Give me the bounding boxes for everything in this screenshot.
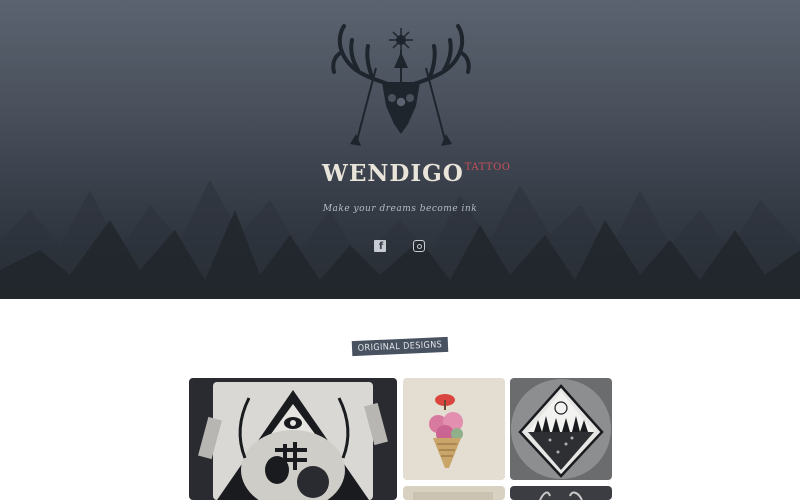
section-title-label: ORIGINAL DESIGNS <box>357 339 443 354</box>
brand-suffix: TATTOO <box>464 162 511 173</box>
diamond-landscape-artwork <box>510 378 612 480</box>
deer-skull-logo-icon <box>331 24 471 146</box>
brand-logo[interactable]: WENDIGO TATTOO <box>322 160 511 186</box>
artwork-thumbnail <box>510 486 612 500</box>
facebook-icon[interactable]: f <box>374 240 386 252</box>
icecream-flowers-artwork <box>403 378 505 480</box>
gallery-item-4[interactable] <box>403 486 505 500</box>
gallery-item-5[interactable] <box>510 486 612 500</box>
gallery-item-diamond-landscape[interactable] <box>510 378 612 480</box>
brand-name: WENDIGO <box>322 160 464 187</box>
instagram-icon[interactable] <box>413 240 425 252</box>
gallery-item-skull-pyramid[interactable] <box>189 378 397 500</box>
skull-pyramid-artwork <box>189 378 397 500</box>
gallery-item-icecream-flowers[interactable] <box>403 378 505 480</box>
hero-banner: WENDIGO TATTOO Make your dreams become i… <box>0 0 800 299</box>
tagline: Make your dreams become ink <box>322 204 478 214</box>
section-title: ORIGINAL DESIGNS <box>351 336 449 357</box>
artwork-thumbnail <box>403 486 505 500</box>
